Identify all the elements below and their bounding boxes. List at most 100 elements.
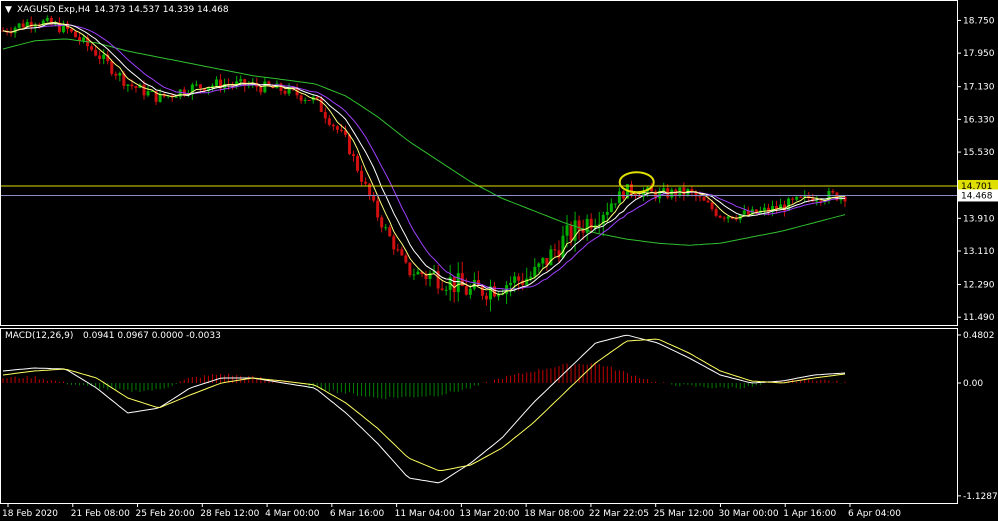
candle-body [380,217,384,228]
candle-body [102,54,106,59]
candle-body [617,191,621,204]
candle-body [74,31,78,38]
candle-body [702,196,706,201]
candle-body [791,198,795,200]
chart-header: ▼ XAGUSD.Exp,H4 14.373 14.537 14.339 14.… [5,5,229,15]
price-tick-label: 17.950 [963,49,995,59]
candle-body [718,215,722,218]
candle-body [722,217,726,219]
time-tick-label: 1 Apr 16:00 [783,509,836,519]
candle-body [831,191,835,193]
time-tick-label: 25 Mar 12:00 [654,509,714,519]
candle-body [444,289,448,291]
candle-body [513,276,517,283]
candle-body [799,196,803,198]
candle-body [396,249,400,251]
time-tick-label: 25 Feb 20:00 [136,509,195,519]
candle-body [621,191,625,199]
candle-body [537,263,541,267]
candle-body [412,274,416,276]
candle-body [263,81,267,93]
candle-body [815,200,819,202]
candle-body [94,49,98,56]
time-tick-label: 30 Mar 00:00 [718,509,778,519]
candle-body [509,282,513,286]
time-tick-label: 6 Apr 04:00 [848,509,901,519]
candle-body [408,262,412,276]
candle-body [110,61,114,74]
candle-body [404,255,408,263]
candle-body [335,126,339,130]
macd-tick-label: -1.1287 [963,492,998,502]
candle-body [194,84,198,86]
candle-body [553,249,557,251]
candle-body [239,79,243,82]
price-tag-label: 14.468 [961,191,993,201]
candle-body [360,170,364,182]
candle-body [315,96,319,99]
dropdown-triangle-icon[interactable]: ▼ [5,5,12,15]
candle-body [327,118,331,125]
candle-body [388,227,392,237]
chart-background [0,0,998,521]
candle-body [525,278,529,285]
candle-body [400,249,404,256]
price-tick-label: 12.290 [963,281,995,291]
candle-body [351,154,355,156]
time-tick-label: 28 Feb 12:00 [200,509,259,519]
macd-values: 0.0941 0.0967 0.0000 -0.0033 [83,331,221,341]
candle-body [299,95,303,101]
candle-body [742,210,746,215]
candle-body [670,189,674,198]
candle-body [174,96,178,98]
price-tick-label: 17.130 [963,83,995,93]
price-tick-label: 15.530 [963,148,995,158]
candle-body [714,209,718,216]
candle-body [698,196,702,198]
candle-body [118,73,122,76]
candle-body [356,155,360,171]
candle-body [339,129,343,131]
time-tick-label: 13 Mar 20:00 [459,509,519,519]
candle-body [726,216,730,219]
candle-body [710,202,714,210]
macd-tick-label: 0.00 [963,379,983,389]
time-tick-label: 6 Mar 16:00 [330,509,385,519]
candle-body [416,271,420,275]
candle-body [480,285,484,296]
price-tick-label: 16.330 [963,115,995,125]
candle-body [613,203,617,205]
candle-body [307,99,311,101]
candle-body [130,84,134,87]
candle-body [146,91,150,96]
candle-body [142,84,146,96]
trading-chart-window[interactable]: 18.750 17.950 17.130 16.330 15.530 14.701 14.4… [0,0,998,521]
candle-body [662,188,666,191]
candle-body [384,227,388,229]
candle-body [440,288,444,290]
candle-body [331,124,335,127]
macd-label: MACD(12,26,9) [5,331,73,341]
candle-body [17,23,21,28]
price-tick-label: 13.110 [963,247,995,257]
chart-canvas[interactable]: 18.75017.95017.13016.33015.53014.70114.4… [0,0,998,521]
candle-body [114,73,118,76]
candle-body [21,23,25,28]
candle-body [517,276,521,281]
candle-body [795,196,799,200]
candle-body [364,181,368,184]
candle-body [464,286,468,295]
time-tick-label: 22 Mar 22:05 [589,509,649,519]
candle-body [561,235,565,258]
candle-body [541,257,545,264]
candle-body [565,225,569,236]
candle-body [376,200,380,218]
price-tick-label: 18.750 [963,16,995,26]
candle-body [279,83,283,91]
candle-body [323,111,327,119]
candle-body [82,37,86,41]
candle-body [468,288,472,295]
time-tick-label: 11 Mar 04:00 [395,509,455,519]
time-tick-label: 18 Mar 08:00 [524,509,584,519]
macd-tick-label: 0.4802 [963,331,995,341]
